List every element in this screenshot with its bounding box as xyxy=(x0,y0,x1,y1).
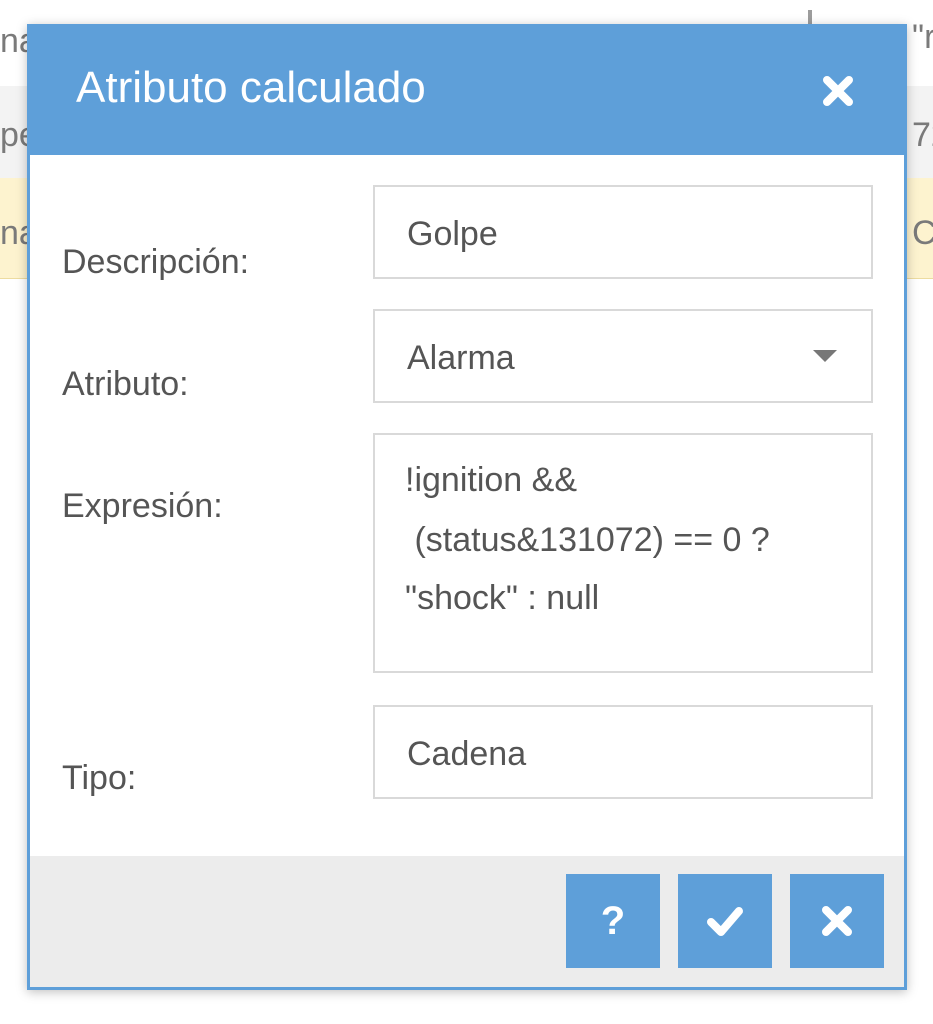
background-cell: "r xyxy=(912,18,933,56)
dialog-title: Atributo calculado xyxy=(76,63,426,112)
background-cell: pe xyxy=(0,116,30,154)
help-icon: ? xyxy=(600,898,626,943)
dialog-body: Descripción: Golpe Atributo: Alarma Expr… xyxy=(30,155,904,855)
background-cell: 72 xyxy=(912,116,933,154)
attribute-label: Atributo: xyxy=(62,365,189,403)
background-cell: na xyxy=(0,22,30,60)
chevron-down-icon xyxy=(813,350,837,362)
attribute-select[interactable]: Alarma xyxy=(373,309,873,403)
attribute-value: Alarma xyxy=(407,339,515,377)
background-cell: C xyxy=(912,214,933,252)
type-field[interactable]: Cadena xyxy=(373,705,873,799)
type-label: Tipo: xyxy=(62,759,137,797)
dialog-header: Atributo calculado xyxy=(30,27,904,155)
expression-line: (status&131072) == 0 ? xyxy=(405,521,770,559)
description-value: Golpe xyxy=(407,215,498,253)
close-icon xyxy=(790,874,884,968)
description-field[interactable]: Golpe xyxy=(373,185,873,279)
save-button[interactable] xyxy=(678,874,772,968)
close-icon[interactable] xyxy=(820,73,856,109)
description-label: Descripción: xyxy=(62,243,250,281)
computed-attribute-dialog: Atributo calculado Descripción: Golpe At… xyxy=(27,24,907,990)
type-value: Cadena xyxy=(407,735,527,773)
expression-label: Expresión: xyxy=(62,487,223,525)
expression-line: "shock" : null xyxy=(405,579,600,617)
cancel-button[interactable] xyxy=(790,874,884,968)
dialog-footer: ? xyxy=(30,856,904,987)
expression-line: !ignition && xyxy=(405,461,577,499)
background-mark xyxy=(808,10,812,24)
expression-textarea[interactable]: !ignition && (status&131072) == 0 ? "sho… xyxy=(373,433,873,673)
check-icon xyxy=(678,874,772,968)
help-button[interactable]: ? xyxy=(566,874,660,968)
background-cell: na xyxy=(0,214,30,252)
